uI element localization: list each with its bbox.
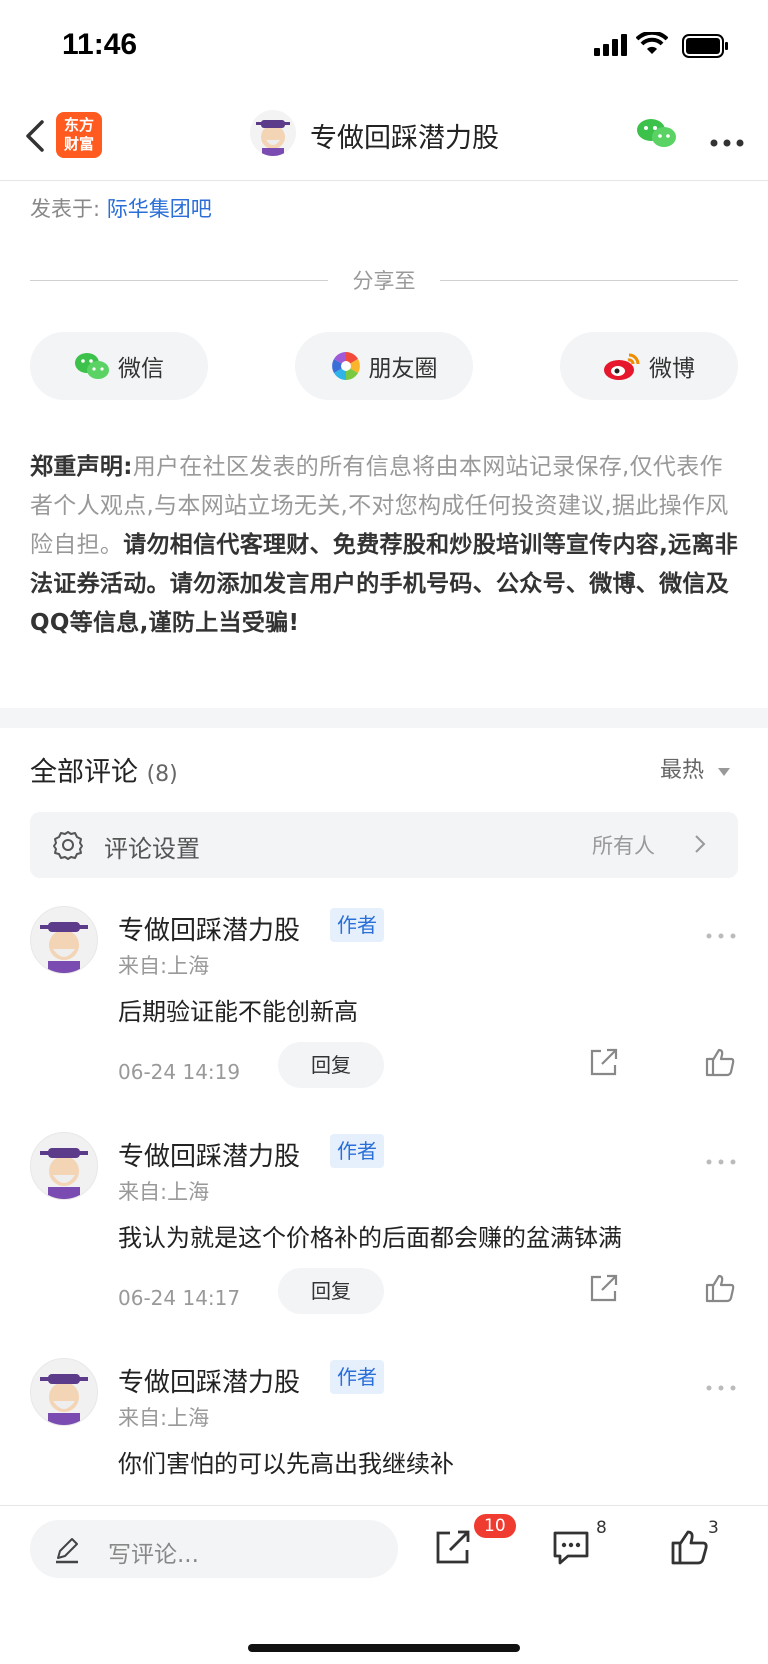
share-icon[interactable] [588, 1272, 620, 1308]
like-icon[interactable] [704, 1046, 736, 1082]
comment-text: 我认为就是这个价格补的后面都会赚的盆满钵满 [118, 1224, 622, 1252]
comment-item: 专做回踩潜力股 作者 来自:上海 后期验证能不能创新高 06-24 14:19 … [0, 906, 768, 1132]
section-divider [0, 708, 768, 728]
author-badge: 作者 [330, 1134, 384, 1168]
comment-text: 后期验证能不能创新高 [118, 998, 358, 1026]
sort-dropdown[interactable]: 最热 [660, 752, 731, 784]
moments-icon [331, 352, 360, 380]
posted-prefix: 发表于: [30, 197, 101, 221]
logo-text-1: 东方 [63, 116, 94, 134]
battery-icon [682, 34, 730, 62]
more-icon[interactable] [710, 132, 744, 151]
reply-button[interactable]: 回复 [278, 1042, 384, 1088]
comment-icon[interactable] [552, 1528, 590, 1570]
comments-count: (8) [146, 762, 178, 787]
like-icon[interactable] [670, 1528, 708, 1570]
reply-button[interactable]: 回复 [278, 1268, 384, 1314]
comment-location: 来自:上海 [118, 954, 210, 978]
comment-time: 06-24 14:19 [118, 1060, 241, 1084]
disclaimer-warning: 请勿相信代客理财、免费荐股和炒股培训等宣传内容,远离非法证券活动。请勿添加发言用… [30, 532, 739, 636]
comment-location: 来自:上海 [118, 1180, 210, 1204]
disclaimer-label: 郑重声明: [30, 454, 133, 480]
share-weibo-label: 微博 [649, 356, 695, 382]
comment-text: 你们害怕的可以先高出我继续补 [118, 1450, 454, 1478]
home-indicator [248, 1644, 520, 1652]
share-icon[interactable] [588, 1046, 620, 1082]
gear-icon [52, 829, 84, 865]
settings-value: 所有人 [592, 834, 655, 858]
app-logo[interactable]: 东方 财富 [56, 112, 102, 158]
share-wechat-button[interactable]: 微信 [30, 332, 208, 400]
author-badge: 作者 [330, 1360, 384, 1394]
comment-input[interactable]: 写评论... [30, 1520, 398, 1578]
chevron-right-icon [694, 834, 706, 858]
wechat-icon [75, 353, 109, 379]
comment-time: 06-24 14:17 [118, 1286, 241, 1310]
comment-location: 来自:上海 [118, 1406, 210, 1430]
status-time: 11:46 [62, 28, 138, 61]
comments-title-label: 全部评论 [30, 757, 138, 788]
like-icon[interactable] [704, 1272, 736, 1308]
like-count: 3 [708, 1518, 719, 1538]
comment-settings-bar[interactable]: 评论设置 所有人 [30, 812, 738, 878]
back-icon[interactable] [18, 114, 58, 158]
avatar[interactable] [30, 1358, 98, 1426]
wifi-icon [635, 30, 669, 60]
comment-author[interactable]: 专做回踩潜力股 [118, 1362, 300, 1399]
avatar[interactable] [30, 1132, 98, 1200]
divider [440, 280, 738, 281]
share-moments-button[interactable]: 朋友圈 [295, 332, 473, 400]
comment-placeholder: 写评论... [108, 1542, 199, 1568]
settings-label: 评论设置 [104, 835, 200, 863]
share-moments-label: 朋友圈 [368, 356, 438, 382]
page-title: 专做回踩潜力股 [310, 123, 499, 154]
share-weibo-button[interactable]: 微博 [560, 332, 738, 400]
more-icon[interactable] [706, 1150, 736, 1169]
share-title: 分享至 [352, 269, 416, 293]
share-wechat-label: 微信 [118, 356, 164, 382]
weibo-icon [604, 353, 640, 380]
comment-item: 专做回踩潜力股 作者 来自:上海 我认为就是这个价格补的后面都会赚的盆满钵满 0… [0, 1132, 768, 1358]
disclaimer: 郑重声明:用户在社区发表的所有信息将由本网站记录保存,仅代表作者个人观点,与本网… [30, 448, 740, 643]
wechat-icon[interactable] [636, 116, 678, 154]
comment-count: 8 [596, 1518, 607, 1538]
divider [30, 280, 328, 281]
logo-text-2: 财富 [63, 135, 94, 153]
nav-bar: 东方 财富 专做回踩潜力股 [0, 100, 768, 181]
avatar[interactable] [250, 110, 296, 156]
sort-label: 最热 [660, 758, 705, 783]
bottom-bar: 写评论... 10 8 3 [0, 1505, 768, 1664]
signal-icon [594, 34, 628, 60]
avatar[interactable] [30, 906, 98, 974]
comments-title: 全部评论 (8) [30, 750, 178, 789]
pencil-icon [54, 1536, 80, 1568]
share-icon[interactable] [434, 1528, 472, 1570]
caret-down-icon [718, 768, 731, 776]
comment-author[interactable]: 专做回踩潜力股 [118, 910, 300, 947]
posted-in: 发表于: 际华集团吧 [30, 193, 212, 223]
more-icon[interactable] [706, 924, 736, 943]
more-icon[interactable] [706, 1376, 736, 1395]
comment-author[interactable]: 专做回踩潜力股 [118, 1136, 300, 1173]
forum-link[interactable]: 际华集团吧 [107, 197, 212, 221]
share-count-badge: 10 [474, 1514, 516, 1538]
author-badge: 作者 [330, 908, 384, 942]
